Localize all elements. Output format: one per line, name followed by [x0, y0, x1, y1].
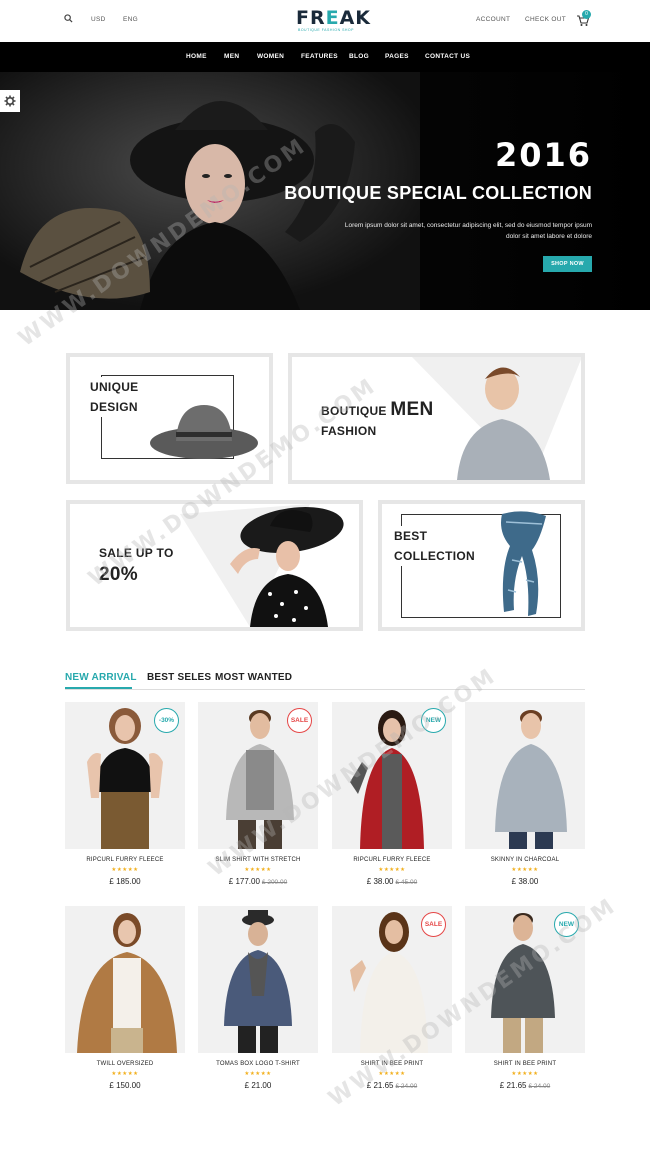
product-card[interactable]: SALE SLIM SHIRT WITH STRETCH ★★★★★ £ 177…	[198, 702, 318, 902]
rating-stars: ★★★★★	[511, 867, 539, 873]
rating-stars: ★★★★★	[244, 867, 272, 873]
product-name[interactable]: SLIM SHIRT WITH STRETCH	[198, 857, 318, 863]
logo[interactable]: FREAK Boutique fashion shop	[296, 7, 372, 32]
hero-slider: 2016 BOUTIQUE SPECIAL COLLECTION Lorem i…	[0, 72, 650, 310]
hat-image	[150, 405, 258, 459]
product-image[interactable]	[198, 906, 318, 1053]
old-price: £ 24.00	[528, 1083, 551, 1090]
old-price: £ 200.00	[261, 879, 288, 886]
product-card[interactable]: NEW RIPCURL FURRY FLEECE ★★★★★ £ 38.00 £ …	[332, 702, 452, 902]
tab-new-arrival[interactable]: NEW ARRIVAL	[65, 672, 137, 683]
rating-stars: ★★★★★	[111, 1071, 139, 1077]
product-name[interactable]: RIPCURL FURRY FLEECE	[332, 857, 452, 863]
shop-now-button[interactable]: SHOP NOW	[543, 256, 592, 272]
old-price: £ 24.00	[395, 1083, 418, 1090]
product-card[interactable]: SALE SHIRT IN BEE PRINT ★★★★★ £ 21.65 £ 2…	[332, 906, 452, 1106]
rating-stars: ★★★★★	[378, 867, 406, 873]
nav-pages[interactable]: PAGES	[385, 53, 409, 60]
product-name[interactable]: RIPCURL FURRY FLEECE	[65, 857, 185, 863]
hero-description: Lorem ipsum dolor sit amet, consectetur …	[302, 220, 592, 242]
banner-sale-text: SALE UP TO 20%	[99, 546, 174, 585]
banner-best-collection[interactable]: BEST COLLECTION	[378, 500, 585, 631]
nav-men[interactable]: MEN	[224, 53, 239, 60]
product-tabs: NEW ARRIVAL BEST SELES MOST WANTED	[65, 670, 585, 690]
new-badge: NEW	[554, 912, 579, 937]
nav-women[interactable]: WOMEN	[257, 53, 284, 60]
top-bar: USD ENG FREAK Boutique fashion shop ACCO…	[0, 0, 650, 42]
product-price: £ 150.00	[109, 1081, 141, 1090]
product-card[interactable]: TWILL OVERSIZED ★★★★★ £ 150.00	[65, 906, 185, 1106]
discount-badge: -30%	[154, 708, 179, 733]
nav-home[interactable]: HOME	[186, 53, 207, 60]
product-name[interactable]: SKINNY IN CHARCOAL	[465, 857, 585, 863]
nav-features[interactable]: FEATURES	[301, 53, 338, 60]
product-card[interactable]: TOMAS BOX LOGO T-SHIRT ★★★★★ £ 21.00	[198, 906, 318, 1106]
product-price: £ 21.00	[244, 1081, 272, 1090]
sale-badge: SALE	[287, 708, 312, 733]
rating-stars: ★★★★★	[511, 1071, 539, 1077]
hero-description-line2: dolor sit amet labore et dolore	[506, 233, 592, 240]
sale-badge: SALE	[421, 912, 446, 937]
product-price: £ 38.00	[511, 877, 539, 886]
hero-year: 2016	[494, 136, 592, 174]
banner-unique-text: UNIQUE DESIGN	[90, 377, 143, 417]
product-card[interactable]: SKINNY IN CHARCOAL ★★★★★ £ 38.00	[465, 702, 585, 902]
logo-tagline: Boutique fashion shop	[297, 28, 354, 32]
nav-contact-us[interactable]: CONTACT US	[425, 53, 470, 60]
nav-blog[interactable]: BLOG	[349, 53, 369, 60]
product-price: £ 21.65 £ 24.00	[366, 1081, 418, 1090]
hero-title: BOUTIQUE SPECIAL COLLECTION	[284, 183, 592, 203]
product-price: £ 177.00 £ 200.00	[228, 877, 288, 886]
banner-sale[interactable]: SALE UP TO 20%	[66, 500, 363, 631]
product-image[interactable]	[465, 702, 585, 849]
product-name[interactable]: TOMAS BOX LOGO T-SHIRT	[198, 1061, 318, 1067]
product-price: £ 21.65 £ 24.00	[499, 1081, 551, 1090]
checkout-link[interactable]: CHECK OUT	[525, 16, 566, 23]
gear-icon	[4, 95, 16, 107]
hero-description-line1: Lorem ipsum dolor sit amet, consectetur …	[344, 222, 592, 229]
product-name[interactable]: SHIRT IN BEE PRINT	[465, 1061, 585, 1067]
account-link[interactable]: ACCOUNT	[476, 16, 510, 23]
product-image[interactable]	[65, 906, 185, 1053]
search-icon[interactable]	[64, 14, 73, 23]
logo-wordmark: FREAK	[296, 7, 372, 29]
product-card[interactable]: -30% RIPCURL FURRY FLEECE ★★★★★ £ 185.00	[65, 702, 185, 902]
scarf-image	[501, 511, 546, 616]
product-name[interactable]: TWILL OVERSIZED	[65, 1061, 185, 1067]
main-navigation: HOME MEN WOMEN FEATURES BLOG PAGES CONTA…	[0, 42, 650, 72]
active-tab-indicator	[65, 687, 132, 689]
rating-stars: ★★★★★	[244, 1071, 272, 1077]
product-price: £ 185.00	[109, 877, 141, 886]
product-name[interactable]: SHIRT IN BEE PRINT	[332, 1061, 452, 1067]
banner-best-text: BEST COLLECTION	[394, 526, 479, 566]
currency-selector[interactable]: USD	[91, 16, 106, 23]
language-selector[interactable]: ENG	[123, 16, 138, 23]
product-price: £ 38.00 £ 45.00	[366, 877, 418, 886]
tab-most-wanted[interactable]: MOST WANTED	[215, 672, 292, 683]
man-hoodie-image	[457, 367, 550, 480]
product-card[interactable]: NEW SHIRT IN BEE PRINT ★★★★★ £ 21.65 £ 24…	[465, 906, 585, 1106]
rating-stars: ★★★★★	[378, 1071, 406, 1077]
old-price: £ 45.00	[395, 879, 418, 886]
banner-men-fashion[interactable]: BOUTIQUE MEN FASHION	[288, 353, 585, 484]
banner-men-text: BOUTIQUE MEN FASHION	[321, 399, 434, 438]
cart-count-badge: 0	[582, 10, 591, 19]
banner-unique-design[interactable]: UNIQUE DESIGN	[66, 353, 273, 484]
woman-hat-image	[230, 507, 344, 627]
rating-stars: ★★★★★	[111, 867, 139, 873]
settings-panel-toggle[interactable]	[0, 90, 20, 112]
tab-best-seles[interactable]: BEST SELES	[147, 672, 211, 683]
new-badge: NEW	[421, 708, 446, 733]
